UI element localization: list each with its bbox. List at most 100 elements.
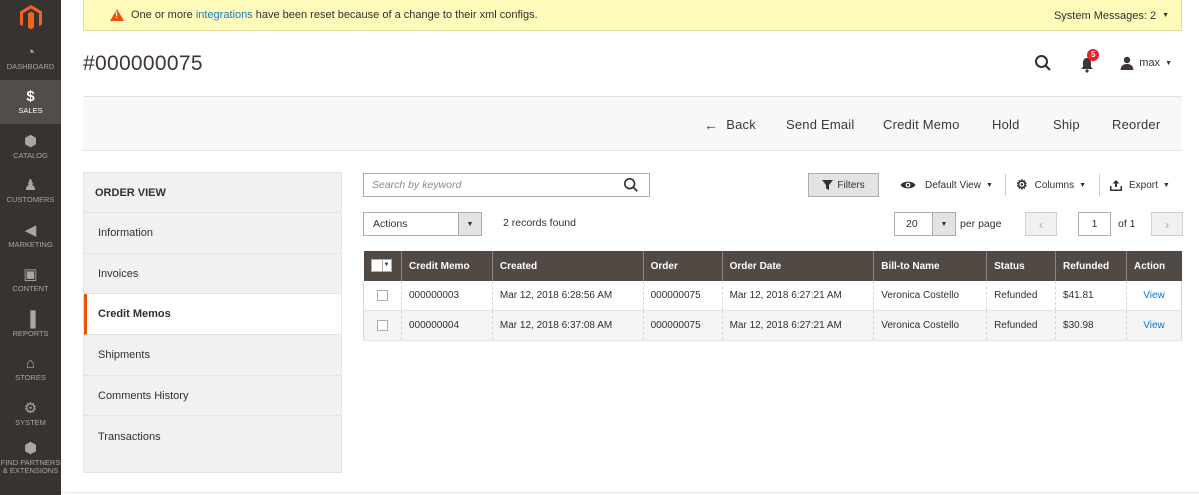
export-icon bbox=[1110, 179, 1122, 191]
admin-sidebar: ◔ DASHBOARD $ SALES ⬢ CATALOG ♟ CUSTOMERS ◀ MARKE… bbox=[0, 0, 61, 495]
sidebar-item-label: CONTENT bbox=[12, 284, 49, 294]
page-number-input[interactable]: 1 bbox=[1078, 212, 1111, 236]
cube-icon: ⬢ bbox=[23, 132, 38, 150]
user-icon bbox=[1120, 56, 1134, 70]
system-message-bar: One or more integrations have been reset… bbox=[83, 0, 1182, 31]
sidebar-item-sales[interactable]: $ SALES bbox=[0, 79, 61, 124]
tab-shipments[interactable]: Shipments bbox=[84, 335, 341, 376]
sidebar-item-label: REPORTS bbox=[12, 328, 49, 338]
columns-dropdown[interactable]: ⚙ Columns ▼ bbox=[1016, 173, 1086, 197]
search-icon[interactable] bbox=[623, 177, 639, 193]
status-cell: Refunded bbox=[986, 281, 1057, 311]
mass-actions-select[interactable]: Actions ▼ bbox=[363, 212, 482, 236]
view-link[interactable]: View bbox=[1143, 320, 1165, 331]
column-header[interactable]: Order Date bbox=[722, 251, 875, 281]
chevron-down-icon: ▼ bbox=[1162, 181, 1170, 189]
tab-invoices[interactable]: Invoices bbox=[84, 254, 341, 295]
search-icon[interactable] bbox=[1034, 54, 1052, 72]
sidebar-item-label: MARKETING bbox=[8, 239, 53, 249]
sidebar-item-marketing[interactable]: ◀ MARKETING bbox=[0, 213, 61, 258]
per-page-label: per page bbox=[960, 218, 1002, 230]
column-header[interactable]: Status bbox=[986, 251, 1057, 281]
credit-memos-grid: ▼ Credit Memo Created Order Order Date B… bbox=[363, 251, 1183, 341]
hold-button[interactable]: Hold bbox=[992, 97, 1020, 152]
page-count-label: of 1 bbox=[1118, 218, 1136, 230]
chevron-down-icon: ▼ bbox=[932, 213, 955, 235]
divider bbox=[1005, 174, 1006, 196]
sidebar-item-dashboard[interactable]: ◔ DASHBOARD bbox=[0, 35, 61, 80]
column-header[interactable]: Order bbox=[643, 251, 723, 281]
keyword-search-input[interactable]: Search by keyword bbox=[363, 173, 650, 197]
previous-page-button[interactable]: ‹ bbox=[1025, 212, 1057, 236]
page-title: #000000075 bbox=[83, 52, 203, 75]
funnel-icon bbox=[822, 180, 834, 190]
mass-select-header[interactable]: ▼ bbox=[363, 251, 402, 281]
sidebar-item-label: DASHBOARD bbox=[6, 61, 55, 71]
back-button[interactable]: ← Back bbox=[704, 97, 756, 152]
column-header[interactable]: Action bbox=[1126, 251, 1182, 281]
column-header[interactable]: Refunded bbox=[1055, 251, 1127, 281]
row-checkbox[interactable] bbox=[376, 319, 388, 331]
notifications-bell-icon[interactable]: 5 bbox=[1080, 49, 1100, 73]
row-checkbox[interactable] bbox=[376, 289, 388, 301]
refunded-cell: $41.81 bbox=[1055, 281, 1127, 311]
table-row[interactable]: 000000004 Mar 12, 2018 6:37:08 AM 000000… bbox=[363, 310, 1183, 341]
order-view-title: ORDER VIEW bbox=[84, 173, 341, 213]
column-header[interactable]: Created bbox=[492, 251, 644, 281]
sidebar-item-stores[interactable]: ⌂ STORES bbox=[0, 347, 61, 392]
mass-select-checkbox[interactable]: ▼ bbox=[370, 258, 392, 272]
user-menu[interactable]: max ▼ bbox=[1120, 56, 1172, 70]
storefront-icon: ⌂ bbox=[25, 355, 36, 373]
credit-memo-cell: 000000003 bbox=[401, 281, 493, 311]
sidebar-item-reports[interactable]: ▐ REPORTS bbox=[0, 302, 61, 347]
gear-icon: ⚙ bbox=[1016, 177, 1028, 192]
bill-to-name-cell: Veronica Costello bbox=[873, 281, 988, 311]
tab-credit-memos[interactable]: Credit Memos bbox=[84, 294, 341, 336]
system-message-text: One or more integrations have been reset… bbox=[131, 9, 538, 21]
chevron-down-icon: ▼ bbox=[985, 181, 993, 189]
integrations-link[interactable]: integrations bbox=[196, 9, 253, 21]
sidebar-item-catalog[interactable]: ⬢ CATALOG bbox=[0, 124, 61, 169]
sidebar-item-customers[interactable]: ♟ CUSTOMERS bbox=[0, 169, 61, 214]
credit-memo-cell: 000000004 bbox=[401, 310, 493, 341]
sidebar-item-content[interactable]: ▣ CONTENT bbox=[0, 258, 61, 303]
table-row[interactable]: 000000003 Mar 12, 2018 6:28:56 AM 000000… bbox=[363, 281, 1183, 311]
reorder-button[interactable]: Reorder bbox=[1112, 97, 1160, 152]
filters-button[interactable]: Filters bbox=[808, 173, 879, 197]
tab-transactions[interactable]: Transactions bbox=[84, 416, 341, 457]
warning-icon bbox=[110, 9, 124, 21]
chevron-down-icon: ▼ bbox=[1165, 59, 1172, 67]
send-email-button[interactable]: Send Email bbox=[786, 97, 854, 152]
gauge-icon: ◔ bbox=[25, 43, 36, 61]
chevron-down-icon: ▼ bbox=[381, 259, 391, 271]
header-actions: 5 max ▼ bbox=[1034, 49, 1172, 76]
column-header[interactable]: Credit Memo bbox=[401, 251, 493, 281]
tab-comments-history[interactable]: Comments History bbox=[84, 376, 341, 417]
magento-logo[interactable] bbox=[0, 0, 61, 35]
sidebar-item-system[interactable]: ⚙ SYSTEM bbox=[0, 391, 61, 436]
order-cell: 000000075 bbox=[643, 310, 723, 341]
status-cell: Refunded bbox=[986, 310, 1057, 341]
sidebar-item-find[interactable]: ⬢ FIND PARTNERS & EXTENSIONS bbox=[0, 436, 61, 481]
export-dropdown[interactable]: Export ▼ bbox=[1110, 173, 1170, 197]
bill-to-name-cell: Veronica Costello bbox=[873, 310, 988, 341]
column-header[interactable]: Bill-to Name bbox=[873, 251, 988, 281]
next-page-button[interactable]: › bbox=[1151, 212, 1183, 236]
system-messages-toggle[interactable]: System Messages: 2 ▼ bbox=[1054, 0, 1169, 31]
chevron-down-icon: ▼ bbox=[1079, 181, 1087, 189]
per-page-select[interactable]: 20 ▼ bbox=[894, 212, 956, 236]
layout-icon: ▣ bbox=[23, 266, 38, 284]
credit-memo-button[interactable]: Credit Memo bbox=[883, 97, 960, 152]
order-view-tabs: ORDER VIEW Information Invoices Credit Mem… bbox=[83, 172, 342, 473]
tab-information[interactable]: Information bbox=[84, 213, 341, 254]
sidebar-item-label: CATALOG bbox=[13, 150, 48, 160]
view-link[interactable]: View bbox=[1143, 290, 1165, 301]
eye-icon bbox=[900, 181, 916, 189]
megaphone-icon: ◀ bbox=[24, 221, 37, 239]
created-cell: Mar 12, 2018 6:37:08 AM bbox=[492, 310, 644, 341]
order-cell: 000000075 bbox=[643, 281, 723, 311]
ship-button[interactable]: Ship bbox=[1053, 97, 1080, 152]
default-view-dropdown[interactable]: Default View ▼ bbox=[900, 173, 993, 197]
chevron-left-icon: ‹ bbox=[1038, 216, 1044, 232]
refunded-cell: $30.98 bbox=[1055, 310, 1127, 341]
